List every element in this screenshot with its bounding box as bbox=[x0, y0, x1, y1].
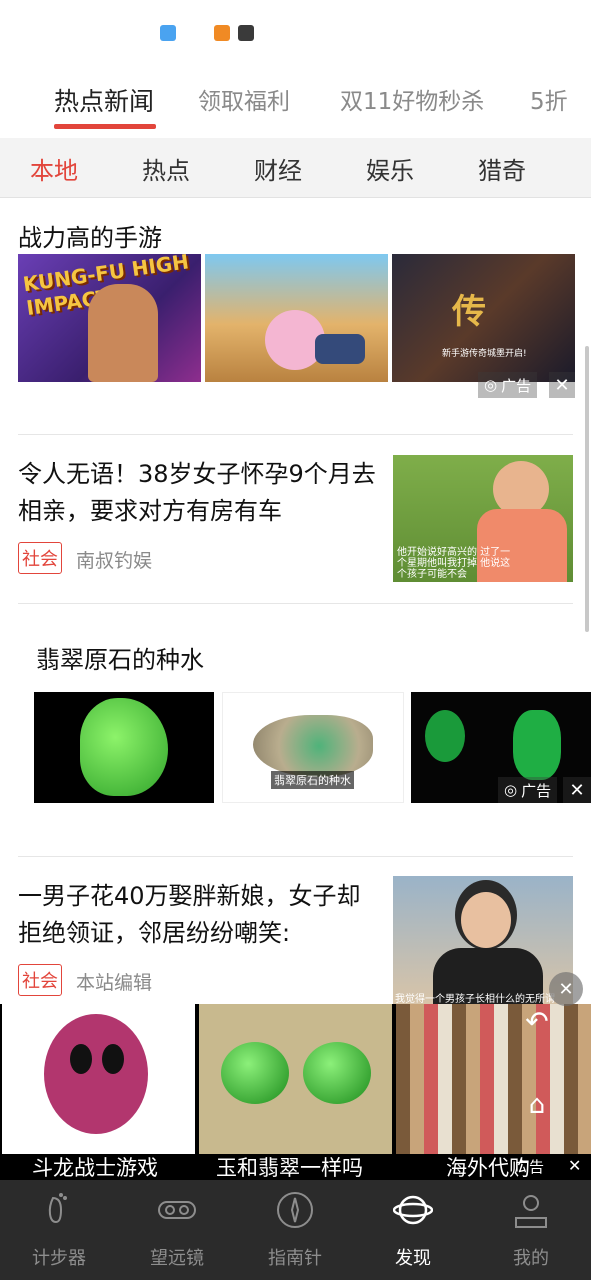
news-title[interactable]: 令人无语！38岁女子怀孕9个月去相亲，要求对方有房有车 bbox=[18, 456, 378, 530]
nav-item-binoculars[interactable]: 望远镜 bbox=[122, 1190, 232, 1270]
nav-item-pedometer[interactable]: 计步器 bbox=[4, 1190, 114, 1270]
binoculars-icon bbox=[158, 1201, 196, 1219]
ad-badge: ◎ 广告 bbox=[478, 372, 538, 398]
scrollbar[interactable] bbox=[585, 346, 589, 632]
ad-image-raw-jade[interactable]: 翡翠原石的种水 bbox=[222, 692, 404, 803]
divider bbox=[18, 434, 573, 435]
pendant-right bbox=[513, 710, 561, 780]
notification-novel-icon bbox=[214, 25, 230, 41]
nav-label: 望远镜 bbox=[150, 1248, 204, 1269]
person-face bbox=[461, 892, 511, 948]
nav-label: 我的 bbox=[513, 1248, 549, 1269]
tab-hot-news[interactable]: 热点新闻 bbox=[54, 82, 154, 118]
category-hot[interactable]: 热点 bbox=[142, 151, 190, 186]
category-tag: 社会 bbox=[18, 964, 62, 996]
ad-badge-label: 广告 bbox=[521, 781, 552, 800]
news-title[interactable]: 一男子花40万娶胖新娘，女子却拒绝领证，邻居纷纷嘲笑: bbox=[18, 878, 378, 952]
category-bar: 本地 热点 财经 娱乐 猎奇 bbox=[0, 138, 591, 198]
nav-label: 计步器 bbox=[32, 1248, 86, 1269]
news-feed[interactable]: 战力高的手游 KUNG-FU HIGH IMPACT 传 新手游传奇城墨开启! … bbox=[0, 198, 591, 1004]
image-caption: 翡翠原石的种水 bbox=[271, 771, 354, 789]
news-source: 南叔钓娱 bbox=[76, 550, 153, 572]
planet-icon bbox=[392, 1195, 434, 1225]
ad-badge-label: 广告 bbox=[514, 1158, 545, 1176]
kart-vehicle bbox=[315, 334, 365, 364]
category-entertainment[interactable]: 娱乐 bbox=[366, 151, 414, 186]
ad-image-kungfu[interactable]: KUNG-FU HIGH IMPACT bbox=[18, 254, 201, 382]
bottom-ad-image-dragon[interactable] bbox=[2, 1004, 195, 1154]
category-tag: 社会 bbox=[18, 542, 62, 574]
raw-jade bbox=[253, 715, 373, 777]
bottom-ad-image-shop[interactable] bbox=[396, 1004, 591, 1154]
ad-image-caption: 新手游传奇城墨开启! bbox=[442, 349, 527, 359]
news-source: 本站编辑 bbox=[76, 972, 153, 994]
tab-discount[interactable]: 5折 bbox=[530, 82, 568, 116]
video-subtitle: 我觉得一个男孩子长相什么的无所谓 bbox=[395, 994, 555, 1004]
footprint-icon bbox=[48, 1193, 67, 1224]
active-tab-indicator bbox=[54, 124, 156, 129]
jade-bead bbox=[303, 1042, 371, 1104]
bottom-ad-label[interactable]: 玉和翡翠一样吗 bbox=[216, 1152, 363, 1182]
nav-item-discover[interactable]: 发现 bbox=[358, 1190, 468, 1270]
notification-avatar-icon bbox=[238, 25, 254, 41]
news-thumbnail[interactable]: 他开始说好高兴的 过了一个星期他叫我打掉 他说这个孩子可能不会 bbox=[393, 455, 573, 582]
back-arrow-icon[interactable]: ↶ bbox=[520, 1004, 554, 1038]
divider bbox=[18, 603, 573, 604]
nav-label: 发现 bbox=[395, 1248, 431, 1269]
dragon-eye bbox=[70, 1044, 92, 1074]
category-curious[interactable]: 猎奇 bbox=[478, 151, 526, 186]
bottom-ad-strip[interactable]: 斗龙战士游戏 玉和翡翠一样吗 海外代购 广告 ✕ ✕ ↶ ⌂ bbox=[0, 972, 591, 1182]
nav-item-compass[interactable]: 指南针 bbox=[240, 1190, 350, 1270]
news-thumbnail[interactable]: 我觉得一个男孩子长相什么的无所谓 bbox=[393, 876, 573, 1004]
ad-card-title[interactable]: 战力高的手游 bbox=[18, 218, 162, 253]
ad-badge-label: 广告 bbox=[501, 376, 532, 395]
category-finance[interactable]: 财经 bbox=[254, 151, 302, 186]
compass-icon bbox=[277, 1192, 313, 1228]
ad-image-legend[interactable]: 传 新手游传奇城墨开启! bbox=[392, 254, 575, 382]
tab-welfare[interactable]: 领取福利 bbox=[198, 82, 290, 116]
tab-double11[interactable]: 双11好物秒杀 bbox=[340, 82, 484, 116]
bottom-ad-label[interactable]: 斗龙战士游戏 bbox=[32, 1152, 158, 1182]
jade-stone bbox=[80, 698, 168, 796]
ad-badge: ◎ 广告 bbox=[498, 777, 558, 803]
close-float-icon[interactable]: ✕ bbox=[549, 972, 583, 1006]
dragon-eye bbox=[102, 1044, 124, 1074]
status-bar bbox=[0, 0, 591, 64]
home-icon[interactable]: ⌂ bbox=[520, 1088, 554, 1122]
close-ad-icon[interactable]: ✕ bbox=[563, 777, 591, 803]
nav-label: 指南针 bbox=[268, 1248, 322, 1269]
notification-app-icon bbox=[160, 25, 176, 41]
ad-info-icon: ◎ bbox=[504, 781, 518, 799]
category-local[interactable]: 本地 bbox=[30, 151, 78, 186]
top-tab-bar: 热点新闻 领取福利 双11好物秒杀 5折 bbox=[0, 64, 591, 138]
video-subtitle: 他开始说好高兴的 过了一个星期他叫我打掉 他说这个孩子可能不会 bbox=[397, 547, 511, 580]
status-icons bbox=[160, 25, 254, 41]
pendant-left bbox=[425, 710, 465, 762]
game-logo: 传 bbox=[452, 292, 486, 332]
ad-image-jade-stone[interactable] bbox=[34, 692, 214, 803]
jade-bead bbox=[221, 1042, 289, 1104]
dragon-character bbox=[44, 1014, 148, 1134]
nav-item-profile[interactable]: 我的 bbox=[476, 1190, 586, 1270]
bottom-nav: 计步器 望远镜 指南针 发现 我的 bbox=[0, 1180, 591, 1280]
fighter-figure bbox=[88, 284, 158, 382]
profile-icon bbox=[515, 1195, 547, 1228]
ad-card-title[interactable]: 翡翠原石的种水 bbox=[36, 640, 204, 675]
bottom-ad-image-jade-beads[interactable] bbox=[199, 1004, 392, 1154]
ad-image-kart[interactable] bbox=[205, 254, 388, 382]
divider bbox=[18, 856, 573, 857]
close-ad-icon[interactable]: ✕ bbox=[568, 1156, 581, 1175]
ad-info-icon: ◎ bbox=[484, 376, 498, 394]
close-ad-icon[interactable]: ✕ bbox=[549, 372, 575, 398]
